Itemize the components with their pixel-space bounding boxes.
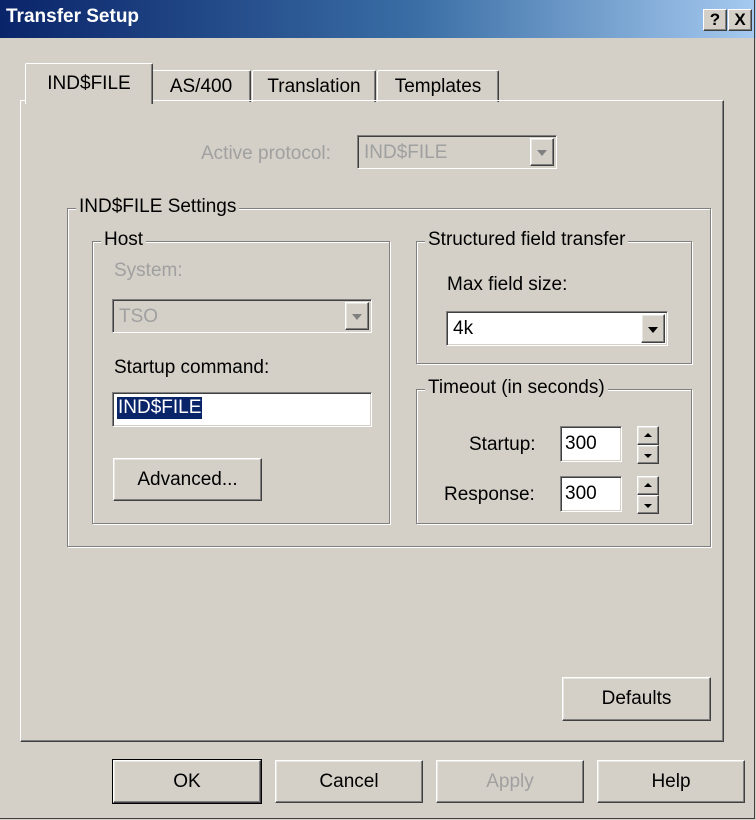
cancel-button[interactable]: Cancel	[275, 760, 423, 803]
response-timeout-input[interactable]: 300	[560, 476, 622, 512]
chevron-down-icon[interactable]	[530, 138, 554, 166]
active-protocol-label: Active protocol:	[201, 143, 331, 164]
system-value: TSO	[119, 306, 159, 327]
spin-down-icon[interactable]	[637, 445, 659, 464]
help-footer-button[interactable]: Help	[597, 760, 745, 803]
structured-field-group: Structured field transfer Max field size…	[416, 229, 692, 364]
title-bar[interactable]: Transfer Setup ? X	[0, 0, 756, 38]
tab-label: Templates	[394, 76, 482, 97]
host-group: Host System: TSO Startup command: IND$FI…	[92, 229, 390, 524]
window-title: Transfer Setup	[6, 6, 140, 27]
tab-label: IND$FILE	[47, 73, 131, 94]
defaults-button[interactable]: Defaults	[562, 677, 711, 721]
tab-label: AS/400	[169, 76, 233, 97]
max-field-size-value: 4k	[453, 318, 474, 339]
tab-translation[interactable]: Translation	[252, 70, 376, 102]
startup-command-value: IND$FILE	[117, 397, 203, 419]
tab-as400[interactable]: AS/400	[151, 70, 251, 102]
close-button[interactable]: X	[728, 9, 752, 31]
timeout-title: Timeout (in seconds)	[425, 377, 608, 399]
timeout-group: Timeout (in seconds) Startup: 300 Respon…	[416, 377, 692, 524]
response-timeout-label: Response:	[444, 484, 535, 505]
system-label: System:	[114, 260, 183, 281]
host-title: Host	[101, 229, 147, 251]
spin-down-icon[interactable]	[637, 495, 659, 514]
ind-file-settings-group: IND$FILE Settings Host System: TSO Start…	[67, 196, 711, 547]
startup-command-input[interactable]: IND$FILE	[112, 392, 372, 427]
max-field-size-dropdown[interactable]: 4k	[446, 311, 668, 346]
active-protocol-value: IND$FILE	[364, 142, 448, 163]
system-dropdown[interactable]: TSO	[112, 299, 372, 333]
chevron-down-icon[interactable]	[345, 302, 369, 330]
apply-button[interactable]: Apply	[436, 760, 584, 803]
response-timeout-value: 300	[565, 483, 597, 504]
max-field-size-label: Max field size:	[447, 274, 568, 295]
startup-timeout-input[interactable]: 300	[560, 426, 622, 462]
startup-timeout-spinner[interactable]	[637, 426, 659, 464]
structured-field-title: Structured field transfer	[425, 229, 629, 251]
help-button[interactable]: ?	[703, 9, 727, 31]
startup-timeout-value: 300	[565, 433, 597, 454]
ok-button[interactable]: OK	[112, 759, 262, 804]
spin-up-icon[interactable]	[637, 426, 659, 445]
chevron-down-icon[interactable]	[641, 314, 665, 343]
startup-timeout-label: Startup:	[469, 434, 536, 455]
tab-templates[interactable]: Templates	[377, 70, 499, 102]
advanced-button[interactable]: Advanced...	[113, 458, 262, 501]
tab-panel: Active protocol: IND$FILE IND$FILE Setti…	[20, 100, 724, 742]
startup-command-label: Startup command:	[114, 357, 270, 378]
spin-up-icon[interactable]	[637, 476, 659, 495]
active-protocol-dropdown[interactable]: IND$FILE	[357, 135, 557, 169]
response-timeout-spinner[interactable]	[637, 476, 659, 514]
ind-file-settings-title: IND$FILE Settings	[76, 196, 240, 218]
tab-label: Translation	[267, 76, 361, 97]
tab-ind-file[interactable]: IND$FILE	[25, 63, 153, 104]
